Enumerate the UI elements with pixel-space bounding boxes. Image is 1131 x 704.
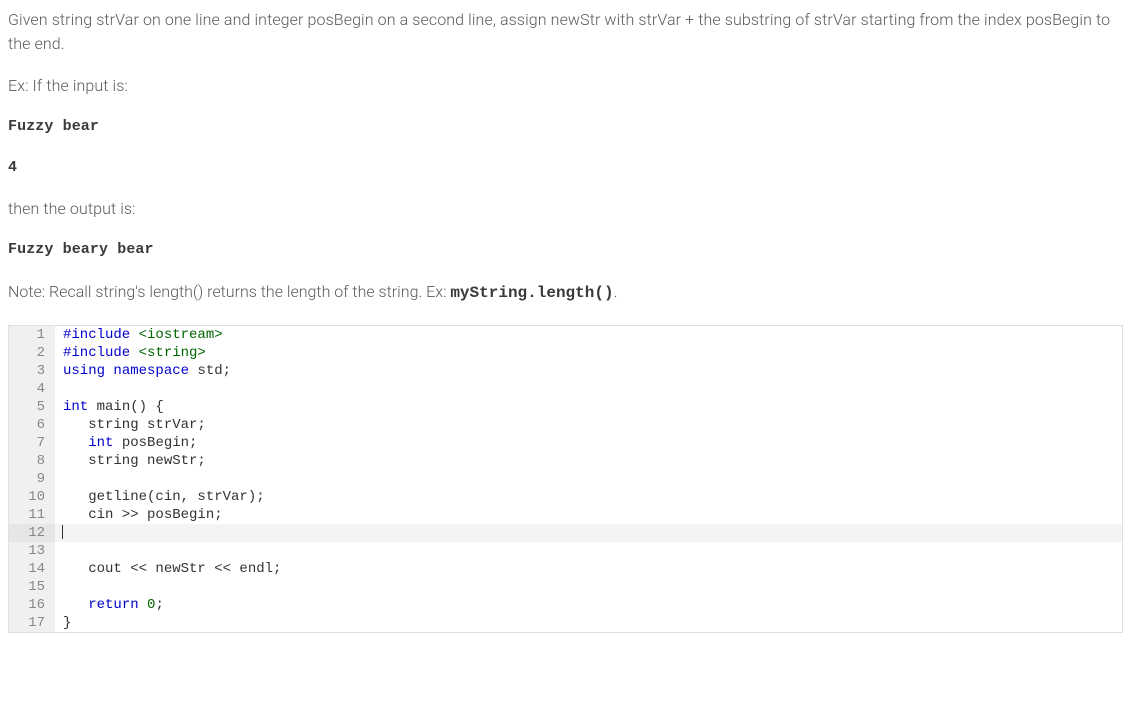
line-number: 2 — [9, 344, 55, 362]
code-line[interactable]: 2#include <string> — [9, 344, 1122, 362]
output-intro: then the output is: — [8, 197, 1123, 221]
code-line[interactable]: 7 int posBegin; — [9, 434, 1122, 452]
code-line[interactable]: 4 — [9, 380, 1122, 398]
note-suffix: . — [614, 282, 618, 301]
code-content[interactable] — [55, 578, 1122, 596]
code-line[interactable]: 10 getline(cin, strVar); — [9, 488, 1122, 506]
code-content[interactable]: return 0; — [55, 596, 1122, 614]
line-number: 7 — [9, 434, 55, 452]
line-number: 11 — [9, 506, 55, 524]
code-line[interactable]: 6 string strVar; — [9, 416, 1122, 434]
problem-description: Given string strVar on one line and inte… — [8, 8, 1123, 56]
code-line[interactable]: 11 cin >> posBegin; — [9, 506, 1122, 524]
code-content[interactable]: string strVar; — [55, 416, 1122, 434]
code-line[interactable]: 9 — [9, 470, 1122, 488]
code-line[interactable]: 3using namespace std; — [9, 362, 1122, 380]
line-number: 6 — [9, 416, 55, 434]
code-content[interactable]: cout << newStr << endl; — [55, 560, 1122, 578]
code-line[interactable]: 17} — [9, 614, 1122, 632]
line-number: 17 — [9, 614, 55, 632]
code-content[interactable]: using namespace std; — [55, 362, 1122, 380]
text-cursor — [62, 525, 63, 539]
line-number: 14 — [9, 560, 55, 578]
code-content[interactable]: #include <string> — [55, 344, 1122, 362]
code-content[interactable] — [55, 542, 1122, 560]
code-line[interactable]: 5int main() { — [9, 398, 1122, 416]
example-input-line1: Fuzzy bear — [8, 116, 1123, 139]
code-line[interactable]: 12 — [9, 524, 1122, 542]
line-number: 4 — [9, 380, 55, 398]
line-number: 9 — [9, 470, 55, 488]
example-output: Fuzzy beary bear — [8, 239, 1123, 262]
code-line[interactable]: 16 return 0; — [9, 596, 1122, 614]
code-line[interactable]: 13 — [9, 542, 1122, 560]
line-number: 5 — [9, 398, 55, 416]
code-content[interactable]: } — [55, 614, 1122, 632]
example-intro: Ex: If the input is: — [8, 74, 1123, 98]
code-content[interactable] — [55, 380, 1122, 398]
code-line[interactable]: 1#include <iostream> — [9, 326, 1122, 344]
note-prefix: Note: Recall string's length() returns t… — [8, 282, 450, 301]
code-content[interactable]: int main() { — [55, 398, 1122, 416]
note-line: Note: Recall string's length() returns t… — [8, 280, 1123, 305]
line-number: 16 — [9, 596, 55, 614]
code-line[interactable]: 14 cout << newStr << endl; — [9, 560, 1122, 578]
line-number: 12 — [9, 524, 55, 542]
line-number: 15 — [9, 578, 55, 596]
note-code: myString.length() — [450, 284, 613, 302]
line-number: 1 — [9, 326, 55, 344]
code-content[interactable] — [55, 524, 1122, 542]
code-editor[interactable]: 1#include <iostream>2#include <string>3u… — [8, 325, 1123, 633]
line-number: 3 — [9, 362, 55, 380]
code-line[interactable]: 15 — [9, 578, 1122, 596]
code-content[interactable]: getline(cin, strVar); — [55, 488, 1122, 506]
code-content[interactable]: #include <iostream> — [55, 326, 1122, 344]
line-number: 10 — [9, 488, 55, 506]
line-number: 8 — [9, 452, 55, 470]
code-content[interactable] — [55, 470, 1122, 488]
code-line[interactable]: 8 string newStr; — [9, 452, 1122, 470]
code-content[interactable]: cin >> posBegin; — [55, 506, 1122, 524]
line-number: 13 — [9, 542, 55, 560]
code-content[interactable]: string newStr; — [55, 452, 1122, 470]
example-input-line2: 4 — [8, 157, 1123, 180]
code-content[interactable]: int posBegin; — [55, 434, 1122, 452]
